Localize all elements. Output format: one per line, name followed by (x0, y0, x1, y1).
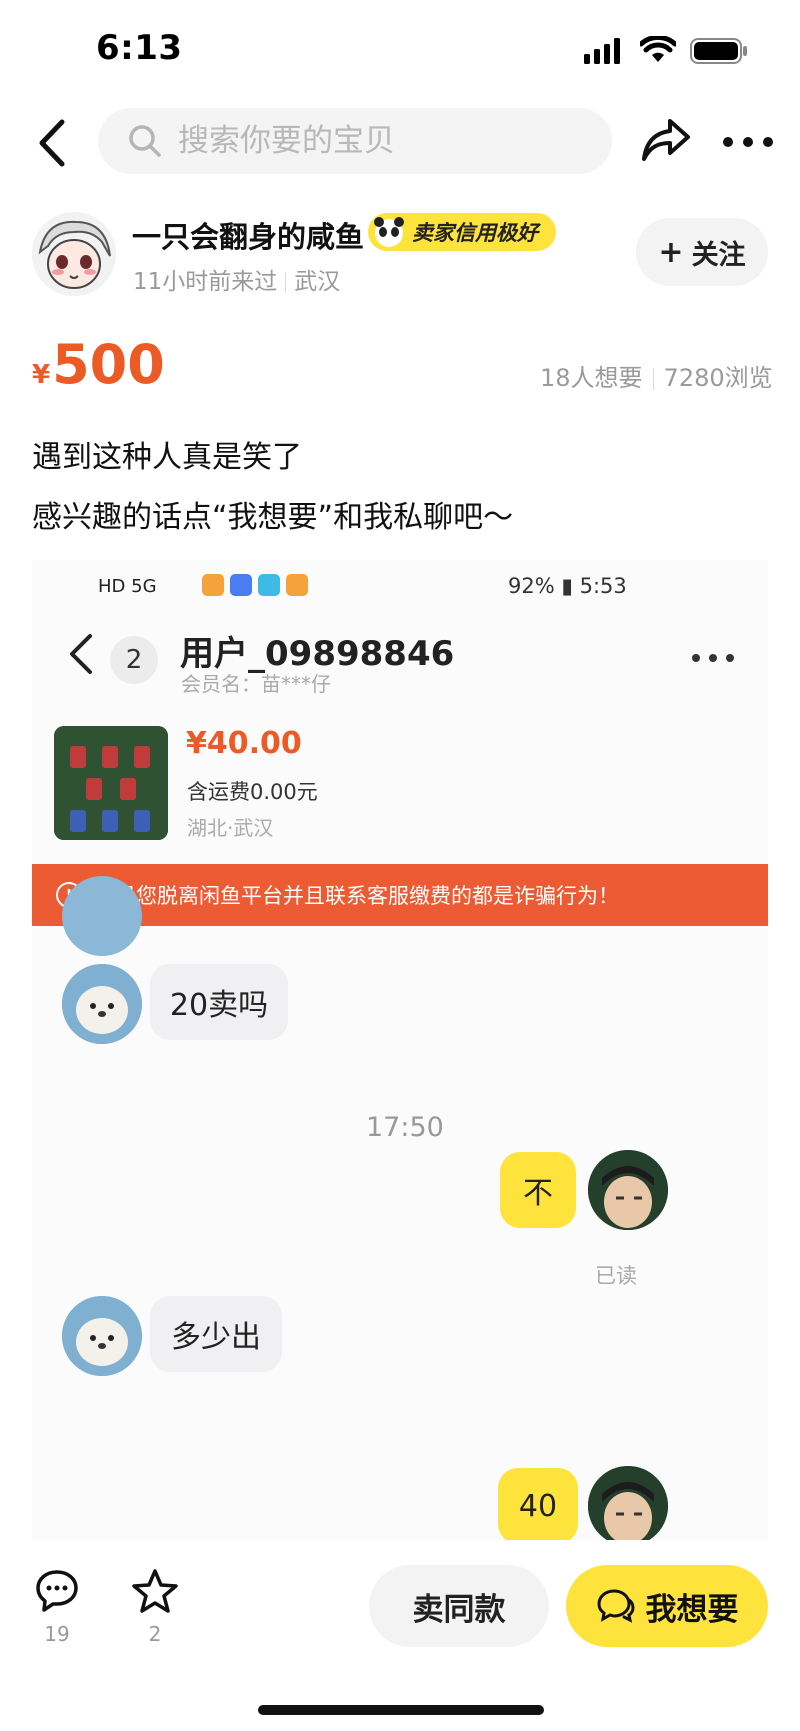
want-label: 我想要 (645, 1591, 739, 1628)
back-arrow-icon[interactable] (34, 118, 70, 168)
status-time: 6:13 (96, 28, 183, 68)
buyer-avatar (62, 876, 142, 956)
search-bar[interactable] (98, 108, 612, 174)
inner-status-right: 92% ▮ 5:53 (508, 574, 627, 598)
buyer-avatar (62, 964, 142, 1044)
item-price: ¥40.00 (186, 726, 302, 761)
unread-badge: 2 (110, 636, 158, 684)
more-options-icon[interactable] (722, 130, 774, 154)
chat-timestamp: 17:50 (366, 1112, 444, 1143)
inner-status-left: HD 5G (98, 576, 157, 597)
share-icon[interactable] (640, 117, 692, 165)
price-amount: 500 (52, 333, 165, 396)
description-line-1: 遇到这种人真是笑了 (32, 440, 302, 475)
chat-screenshot-image[interactable]: HD 5G 92% ▮ 5:53 2 用户_09898846 会员名：苗***仔… (32, 560, 768, 1540)
read-receipt: 已读 (595, 1264, 637, 1288)
plus-icon: + (658, 234, 684, 270)
seller-chat-avatar (588, 1466, 668, 1540)
battery-icon (690, 38, 747, 64)
item-shipping: 含运费0.00元 (187, 780, 318, 804)
seller-name[interactable]: 一只会翻身的咸鱼 (132, 214, 364, 256)
comment-icon[interactable] (34, 1568, 80, 1614)
buyer-avatar (62, 1296, 142, 1376)
item-thumbnail (54, 726, 168, 840)
chat-member-name: 会员名：苗***仔 (181, 672, 331, 696)
want-button[interactable]: 我想要 (566, 1565, 768, 1647)
message-bubble: 不 (500, 1152, 576, 1228)
chat-more-icon (692, 654, 734, 662)
last-seen: 11小时前来过 (133, 269, 278, 295)
currency-symbol: ¥ (32, 360, 51, 390)
message-bubble: 多少出 (150, 1296, 282, 1372)
seller-meta: 11小时前来过 武汉 (133, 262, 340, 296)
message-bubble: 20卖吗 (150, 964, 288, 1040)
follow-label: 关注 (691, 239, 746, 271)
panda-icon (374, 217, 404, 247)
credit-badge-label: 卖家信用极好 (412, 221, 538, 245)
listing-stats: 18人想要 7280浏览 (540, 358, 773, 393)
chat-bubble-icon (596, 1589, 635, 1623)
search-icon (129, 125, 161, 157)
app-icons (202, 574, 308, 596)
home-indicator[interactable] (258, 1705, 544, 1715)
follow-button[interactable]: + 关注 (636, 218, 768, 286)
sell-same-button[interactable]: 卖同款 (369, 1565, 549, 1647)
view-count: 7280浏览 (663, 364, 773, 392)
warning-text: 引导您脱离闲鱼平台并且联系客服缴费的都是诈骗行为！ (94, 884, 619, 908)
fraud-warning-banner: ! 引导您脱离闲鱼平台并且联系客服缴费的都是诈骗行为！ (32, 864, 768, 926)
message-bubble: 40 (498, 1468, 578, 1540)
seller-avatar[interactable] (32, 212, 116, 296)
description-line-2: 感兴趣的话点“我想要”和我私聊吧～ (32, 500, 514, 535)
star-icon[interactable] (132, 1568, 178, 1614)
cellular-signal-icon (584, 38, 620, 64)
search-input[interactable] (176, 122, 580, 160)
seller-chat-avatar (588, 1150, 668, 1230)
comment-count: 19 (44, 1622, 70, 1646)
item-location: 湖北·武汉 (187, 816, 274, 840)
favorite-count: 2 (148, 1622, 162, 1646)
wifi-icon (640, 36, 676, 62)
price: ¥500 (32, 333, 165, 396)
seller-location: 武汉 (294, 269, 341, 295)
chat-back-icon (70, 634, 92, 674)
want-count: 18人想要 (540, 364, 643, 392)
credit-badge: 卖家信用极好 (368, 213, 556, 251)
